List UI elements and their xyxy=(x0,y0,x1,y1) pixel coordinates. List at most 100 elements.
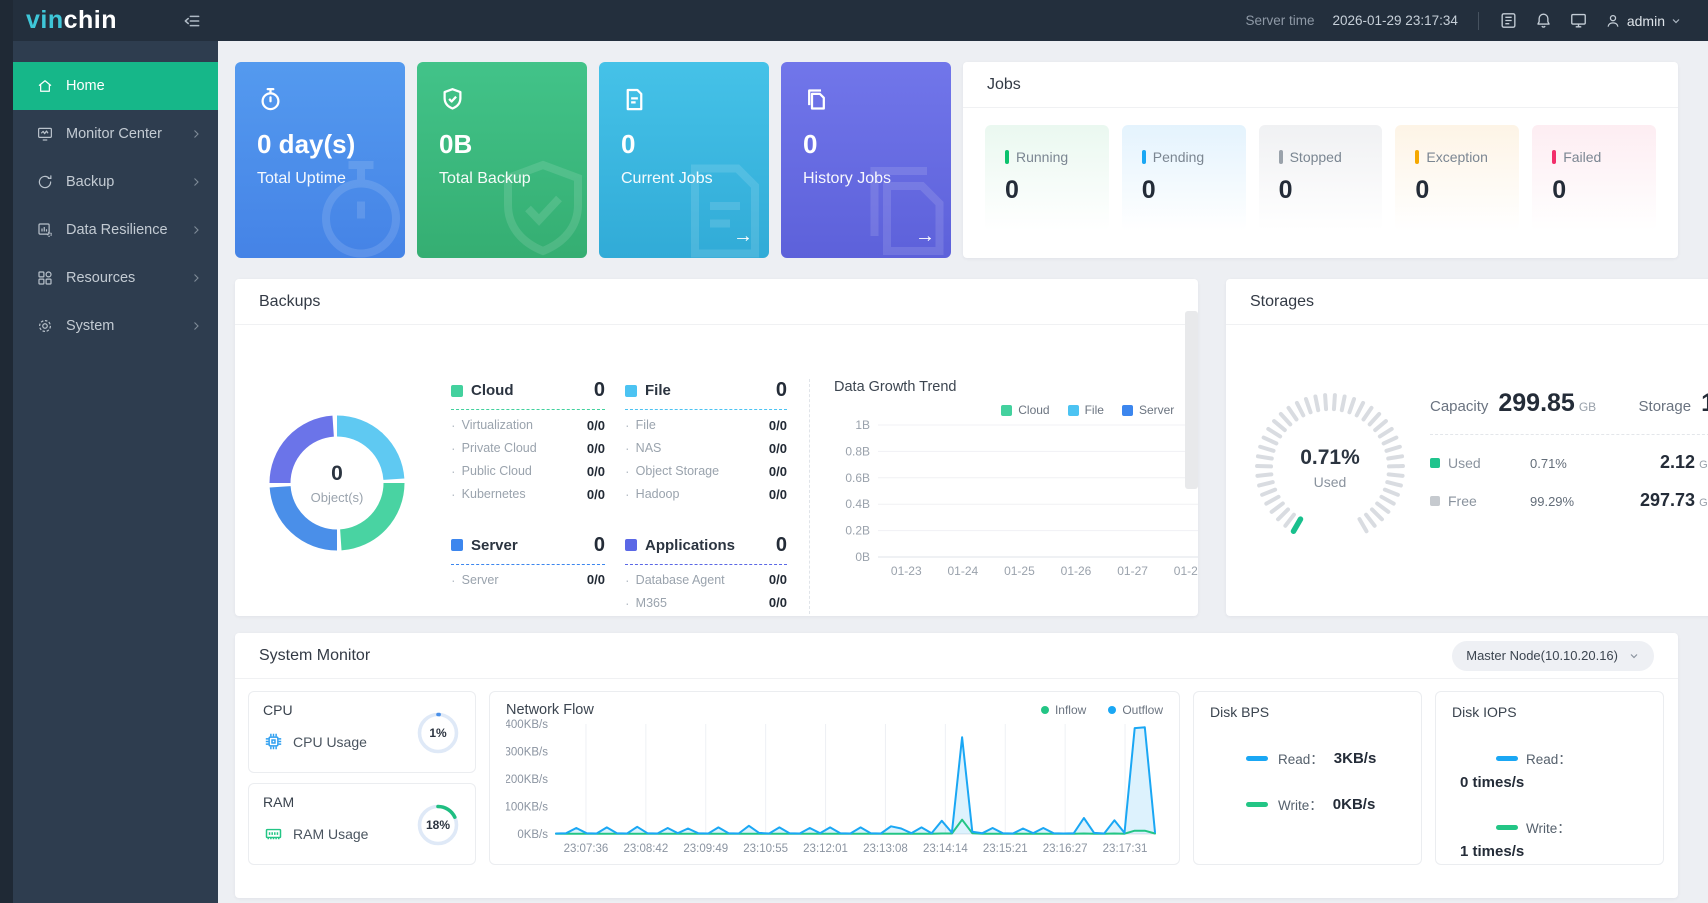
main-content: 0 day(s) Total Uptime 0B Total Backup 0 … xyxy=(218,41,1708,903)
admin-menu[interactable]: admin xyxy=(1604,12,1682,30)
current-jobs-card[interactable]: 0 Current Jobs → xyxy=(599,62,769,258)
chevron-right-icon xyxy=(190,320,202,332)
total-backup-card[interactable]: 0B Total Backup xyxy=(417,62,587,258)
job-status-label: Stopped xyxy=(1290,149,1342,165)
used-percent: 0.71% xyxy=(1530,456,1640,471)
write-value: 1 times/s xyxy=(1460,843,1647,860)
storages-panel-title: Storages xyxy=(1250,293,1314,311)
resources-icon xyxy=(36,269,54,287)
used-color-square xyxy=(1430,458,1440,468)
jobs-title-row: Jobs xyxy=(963,62,1678,108)
disk-iops-card: Disk IOPS Read： 0 times/s Write： 1 times… xyxy=(1435,691,1664,865)
svg-text:0KB/s: 0KB/s xyxy=(517,829,548,841)
notifications-bell-icon[interactable] xyxy=(1534,11,1553,30)
backup-subcategory-row: ·Virtualization0/0 xyxy=(451,417,605,433)
disk-bps-read-row: Read： 3KB/s xyxy=(1210,748,1405,768)
backup-subcategory-value: 0/0 xyxy=(769,464,787,479)
data-growth-legend: CloudFileServerApplications xyxy=(834,403,1198,417)
sidebar-item-system[interactable]: System xyxy=(13,302,218,350)
read-label: Read： xyxy=(1526,748,1572,768)
storages-panel: Storages 0.71% Used Capacity 299.85 GB xyxy=(1226,279,1708,616)
copy-pages-icon xyxy=(803,86,951,113)
stats-row: 0 day(s) Total Uptime 0B Total Backup 0 … xyxy=(235,62,1678,258)
backup-subcategory-label: Object Storage xyxy=(636,464,769,478)
logs-icon[interactable] xyxy=(1499,11,1518,30)
sidebar-item-monitor-center[interactable]: Monitor Center xyxy=(13,110,218,158)
read-label: Read： xyxy=(1278,748,1324,768)
data-growth-trend-block: Data Growth Trend CloudFileServerApplica… xyxy=(809,379,1198,614)
network-flow-card: Network Flow Inflow Outflow 23:07:3623:08… xyxy=(489,691,1180,865)
job-tile-running[interactable]: Running 0 xyxy=(985,125,1109,231)
group-count: 0 xyxy=(776,379,787,402)
backup-subcategory-label: Kubernetes xyxy=(462,487,587,501)
backup-icon xyxy=(36,173,54,191)
job-tile-stopped[interactable]: Stopped 0 xyxy=(1259,125,1383,231)
svg-text:100KB/s: 100KB/s xyxy=(506,802,548,814)
jobs-panel-title: Jobs xyxy=(987,76,1021,94)
bullet-dot: · xyxy=(451,572,456,588)
backup-group-file: File0 ·File0/0·NAS0/0·Object Storage0/0·… xyxy=(625,379,787,506)
job-tile-exception[interactable]: Exception 0 xyxy=(1395,125,1519,231)
job-tile-failed[interactable]: Failed 0 xyxy=(1532,125,1656,231)
stat-value: 0 day(s) xyxy=(257,129,405,160)
legend-item[interactable]: Server xyxy=(1122,403,1174,417)
stat-value: 0 xyxy=(803,129,951,160)
job-status-label: Pending xyxy=(1153,149,1204,165)
bullet-dot: · xyxy=(451,463,456,479)
sidebar-item-resources[interactable]: Resources xyxy=(13,254,218,302)
chevron-down-icon xyxy=(1628,650,1640,662)
document-watermark-icon xyxy=(665,151,769,258)
legend-item[interactable]: File xyxy=(1068,403,1104,417)
node-selector-value: Master Node(10.10.20.16) xyxy=(1466,648,1618,663)
svg-text:23:17:31: 23:17:31 xyxy=(1103,843,1148,855)
left-edge-strip xyxy=(0,0,13,903)
sidebar-item-label: Backup xyxy=(66,174,190,190)
system-monitor-body: CPU CPU Usage 1% RAM RAM Usage xyxy=(235,679,1678,865)
backup-subcategory-value: 0/0 xyxy=(587,418,605,433)
legend-item[interactable]: Outflow xyxy=(1108,703,1163,717)
job-tile-pending[interactable]: Pending 0 xyxy=(1122,125,1246,231)
sidebar-item-data-resilience[interactable]: Data Resilience xyxy=(13,206,218,254)
svg-text:01-25: 01-25 xyxy=(1004,564,1035,578)
backups-body: 0 Object(s) Cloud0 ·Virtualization0/0·Pr… xyxy=(235,325,1198,614)
sidebar-item-backup[interactable]: Backup xyxy=(13,158,218,206)
sidebar-collapse-icon[interactable] xyxy=(182,11,202,31)
monitor-center-icon xyxy=(36,125,54,143)
cpu-chip-icon xyxy=(263,731,284,752)
legend-item[interactable]: Cloud xyxy=(1001,403,1049,417)
group-color-square xyxy=(625,385,637,397)
arrow-right-icon[interactable]: → xyxy=(733,225,753,248)
cpu-usage-label: CPU Usage xyxy=(293,734,367,750)
network-flow-chart: 23:07:3623:08:4223:09:4923:10:5523:12:01… xyxy=(506,718,1163,863)
status-color-bar xyxy=(1552,150,1556,164)
console-display-icon[interactable] xyxy=(1569,11,1588,30)
used-row: Used 0.71% 2.12 GB xyxy=(1430,452,1708,473)
arrow-right-icon[interactable]: → xyxy=(915,225,935,248)
svg-text:0.6B: 0.6B xyxy=(845,471,870,485)
history-jobs-card[interactable]: 0 History Jobs → xyxy=(781,62,951,258)
stat-value: 0B xyxy=(439,129,587,160)
backup-subcategory-value: 0/0 xyxy=(769,595,787,610)
legend-color-square xyxy=(1068,405,1079,416)
node-selector-dropdown[interactable]: Master Node(10.10.20.16) xyxy=(1452,641,1654,671)
svg-text:23:14:14: 23:14:14 xyxy=(923,843,968,855)
chevron-right-icon xyxy=(190,224,202,236)
free-row: Free 99.29% 297.73 GB xyxy=(1430,490,1708,511)
stat-label: History Jobs xyxy=(803,170,951,188)
legend-item[interactable]: Inflow xyxy=(1041,703,1086,717)
svg-text:23:12:01: 23:12:01 xyxy=(803,843,848,855)
chart-scrollbar[interactable] xyxy=(1185,311,1198,489)
free-label: Free xyxy=(1448,493,1530,509)
svg-text:200KB/s: 200KB/s xyxy=(506,774,548,786)
network-flow-title: Network Flow xyxy=(506,702,594,718)
sidebar-item-label: System xyxy=(66,318,190,334)
sidebar-item-label: Data Resilience xyxy=(66,222,190,238)
group-name: File xyxy=(645,382,776,399)
sidebar-item-home[interactable]: Home xyxy=(13,62,218,110)
total-uptime-card[interactable]: 0 day(s) Total Uptime xyxy=(235,62,405,258)
write-color-dash xyxy=(1496,825,1518,830)
stat-label: Current Jobs xyxy=(621,170,769,188)
bullet-dot: · xyxy=(625,595,630,611)
chevron-down-icon xyxy=(1670,15,1682,27)
user-icon xyxy=(1604,12,1622,30)
